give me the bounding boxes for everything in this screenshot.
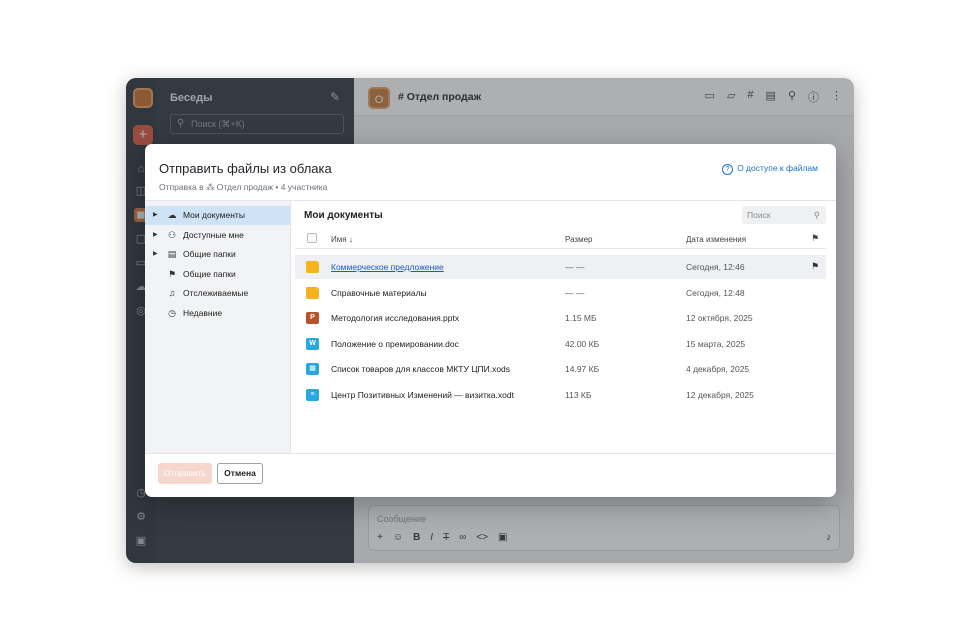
folder-icon xyxy=(306,286,319,299)
file-name[interactable]: Коммерческое предложение xyxy=(331,262,444,272)
flag-icon: ⚑ xyxy=(167,268,177,279)
file-size: 1.15 МБ xyxy=(565,313,597,323)
tree-item-label: Мои документы xyxy=(183,210,245,220)
flag-column-icon[interactable]: ⚑ xyxy=(811,233,819,244)
bell-icon: ♫ xyxy=(168,288,176,298)
cloud-icon: ☁ xyxy=(167,210,177,220)
tree-item-label: Общие папки xyxy=(183,249,236,259)
dialog-title: Отправить файлы из облака xyxy=(159,161,332,176)
doc-file-icon: W xyxy=(306,337,319,350)
file-row[interactable]: ≡ Центр Позитивных Изменений — визитка.xo… xyxy=(295,383,826,407)
tree-item[interactable]: ▶ ▤ Общие папки xyxy=(145,245,291,264)
files-title: Мои документы xyxy=(304,210,383,221)
column-name[interactable]: Имя ↓ xyxy=(331,235,353,244)
dialog-footer: Отправить Отмена xyxy=(145,454,836,497)
tree-item-label: Недавние xyxy=(183,307,223,318)
tree-item[interactable]: ◷ Недавние xyxy=(145,304,291,323)
file-date: 4 декабря, 2025 xyxy=(686,364,750,374)
file-size: 14.97 КБ xyxy=(565,364,600,374)
file-access-label: О доступе к файлам xyxy=(737,163,818,173)
file-row[interactable]: Коммерческое предложение — — Сегодня, 12:4… xyxy=(295,255,826,279)
expand-arrow-icon[interactable]: ▶ xyxy=(153,245,158,264)
tree-item-label: Общие папки xyxy=(183,268,236,279)
file-browser: Мои документы Поиск ⚲ Имя ↓ Размер Дата … xyxy=(291,201,836,453)
clock-icon: ◷ xyxy=(168,307,176,318)
question-icon: ? xyxy=(722,164,734,175)
xodt-file-icon: ≡ xyxy=(306,388,319,401)
pptx-file-icon: P xyxy=(306,312,319,324)
file-access-link[interactable]: ? О доступе к файлам xyxy=(722,163,818,175)
file-row[interactable]: ▦ Список товаров для классов МКТУ ЦПИ.xod… xyxy=(295,357,826,381)
file-row[interactable]: P Методология исследования.pptx 1.15 МБ 12 … xyxy=(295,306,826,330)
file-search-input[interactable]: Поиск ⚲ xyxy=(742,206,826,224)
file-row[interactable]: W Положение о премировании.doc 42.00 КБ 15 … xyxy=(295,332,826,356)
file-size: — — xyxy=(565,262,585,272)
select-all-checkbox[interactable] xyxy=(307,233,317,243)
xods-file-icon: ▦ xyxy=(306,363,319,375)
send-button[interactable]: Отправить xyxy=(158,463,212,484)
briefcase-icon: ▤ xyxy=(167,249,177,259)
file-name[interactable]: Справочные материалы xyxy=(331,288,427,298)
file-name[interactable]: Положение о премировании.doc xyxy=(331,339,459,349)
flag-icon[interactable]: ⚑ xyxy=(811,261,819,272)
file-date: 12 октября, 2025 xyxy=(686,313,753,323)
tree-item-label: Отслеживаемые xyxy=(183,288,249,298)
file-name[interactable]: Список товаров для классов МКТУ ЦПИ.xods xyxy=(331,364,510,374)
file-name[interactable]: Центр Позитивных Изменений — визитка.xod… xyxy=(331,390,514,400)
folder-icon xyxy=(306,261,319,273)
cloud-files-dialog: Отправить файлы из облака Отправка в ⁂ О… xyxy=(145,144,836,497)
file-date: Сегодня, 12:48 xyxy=(686,287,745,298)
file-size: 113 КБ xyxy=(565,389,592,400)
tree-item[interactable]: ♫ Отслеживаемые xyxy=(145,284,291,303)
expand-arrow-icon[interactable]: ▶ xyxy=(153,226,158,245)
file-search-placeholder: Поиск xyxy=(747,210,771,220)
tree-item[interactable]: ⚑ Общие папки xyxy=(145,265,291,284)
dialog-subtitle: Отправка в ⁂ Отдел продаж • 4 участника xyxy=(159,182,328,192)
file-date: 12 декабря, 2025 xyxy=(686,389,754,400)
file-name[interactable]: Методология исследования.pptx xyxy=(331,313,459,323)
file-size: 42.00 КБ xyxy=(565,338,600,349)
sort-down-icon: ↓ xyxy=(348,235,353,244)
tree-item[interactable]: ▶ ⚇ Доступные мне xyxy=(145,226,291,245)
column-size[interactable]: Размер xyxy=(565,235,593,244)
folder-tree: ▶ ☁ Мои документы ▶ ⚇ Доступные мне ▶ ▤ Общие па… xyxy=(145,201,291,453)
tree-item[interactable]: ▶ ☁ Мои документы xyxy=(145,206,291,225)
column-name-label: Имя xyxy=(331,235,347,244)
file-table-header: Имя ↓ Размер Дата изменения ⚑ xyxy=(295,229,826,249)
dialog-body: ▶ ☁ Мои документы ▶ ⚇ Доступные мне ▶ ▤ Общие па… xyxy=(145,200,836,454)
file-size: — — xyxy=(565,287,585,298)
users-icon: ⚇ xyxy=(167,229,177,240)
search-icon: ⚲ xyxy=(813,210,820,220)
column-date[interactable]: Дата изменения xyxy=(686,235,746,244)
file-row[interactable]: Справочные материалы — — Сегодня, 12:48 xyxy=(295,281,826,305)
cancel-button[interactable]: Отмена xyxy=(217,463,263,484)
expand-arrow-icon[interactable]: ▶ xyxy=(153,206,158,225)
file-date: 15 марта, 2025 xyxy=(686,338,746,349)
file-date: Сегодня, 12:46 xyxy=(686,262,745,272)
tree-item-label: Доступные мне xyxy=(183,229,244,240)
